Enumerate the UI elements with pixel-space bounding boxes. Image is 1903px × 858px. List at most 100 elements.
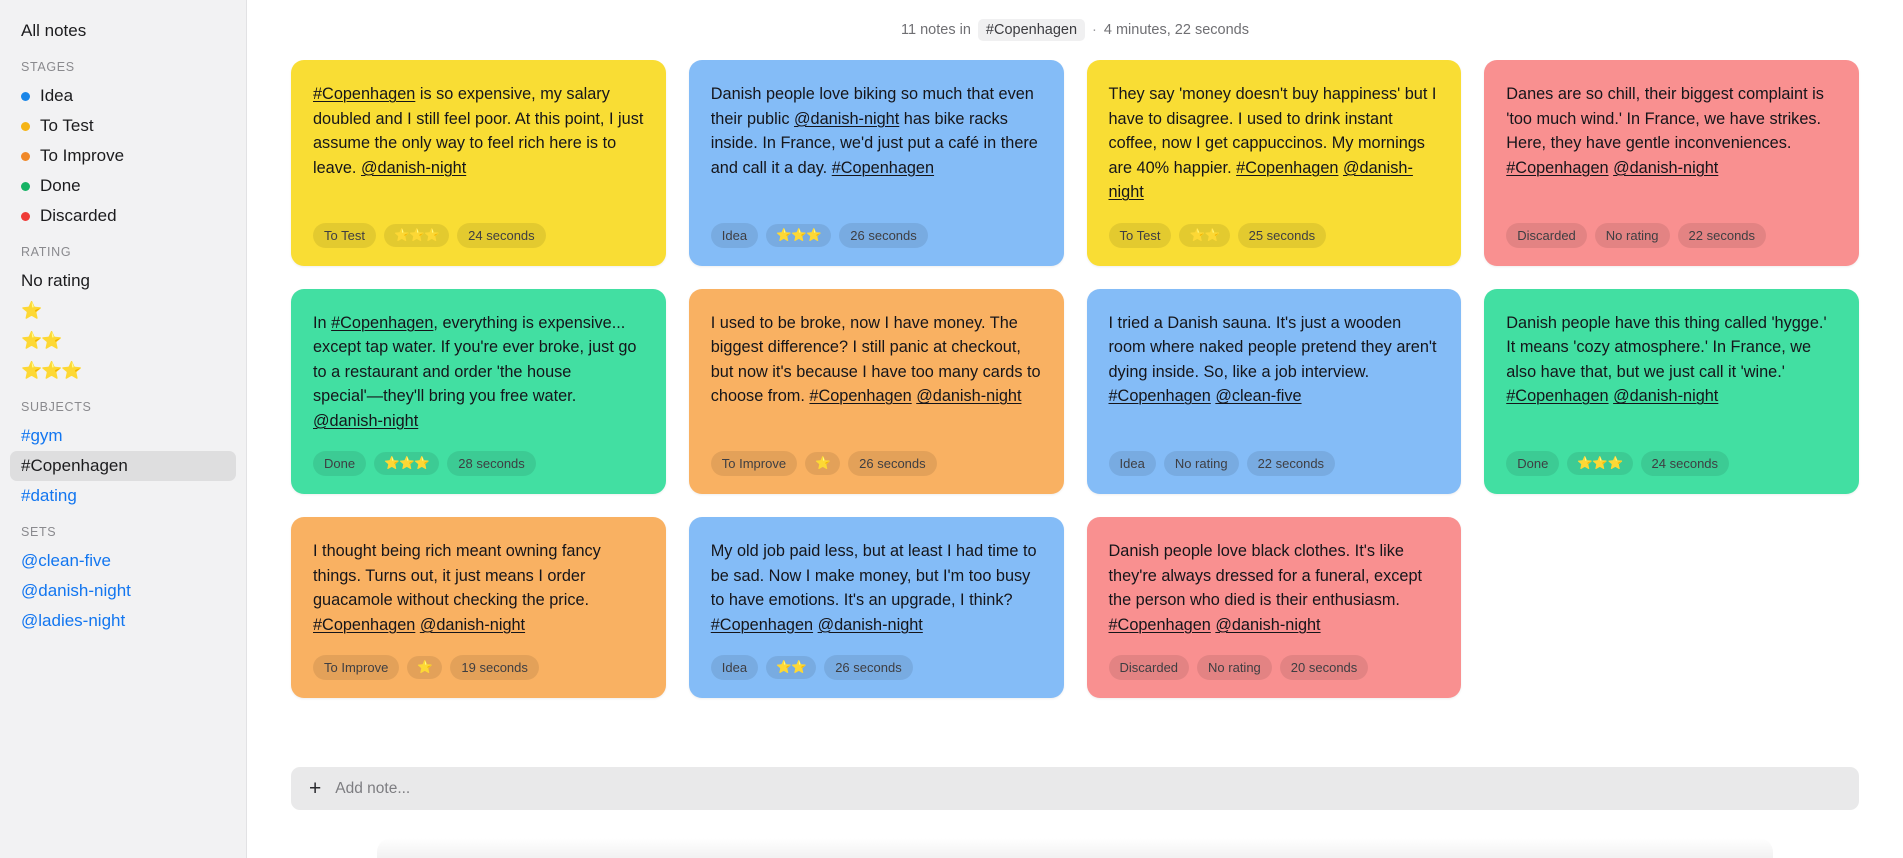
note-duration-chip[interactable]: 26 seconds (848, 451, 937, 476)
note-duration-chip[interactable]: 25 seconds (1237, 222, 1327, 248)
stage-color-dot-icon (21, 211, 30, 221)
note-set-tag[interactable]: @danish-night (361, 159, 466, 177)
sidebar-item-gym[interactable]: #gym (10, 421, 236, 451)
note-duration-chip[interactable]: 22 seconds (1677, 222, 1767, 248)
note-card[interactable]: Danish people love biking so much that e… (688, 60, 1064, 266)
note-text: Danes are so chill, their biggest compla… (1506, 85, 1824, 152)
note-duration-chip[interactable]: 26 seconds (839, 222, 928, 248)
note-rating-chip[interactable]: No rating (1197, 655, 1272, 680)
note-rating-chip[interactable]: ⭐⭐⭐ (766, 223, 832, 247)
sidebar-item-rating-1[interactable]: ⭐ (10, 296, 236, 326)
note-card[interactable]: They say 'money doesn't buy happiness' b… (1086, 60, 1462, 266)
note-body: Danish people love biking so much that e… (711, 82, 1042, 180)
note-rating-chip[interactable]: ⭐ (805, 452, 841, 475)
note-meta-chips: Discarded No rating 22 seconds (1506, 222, 1837, 248)
sidebar-item-to-improve[interactable]: To Improve (10, 141, 236, 171)
note-stage-chip[interactable]: Discarded (1506, 222, 1587, 248)
note-subject-tag[interactable]: #Copenhagen (331, 314, 433, 332)
note-card[interactable]: Danes are so chill, their biggest compla… (1484, 60, 1859, 266)
header-separator: · (1092, 22, 1097, 38)
note-duration-chip[interactable]: 24 seconds (1640, 451, 1730, 476)
note-rating-chip[interactable]: ⭐⭐⭐ (383, 223, 450, 247)
sidebar-item-rating-2[interactable]: ⭐⭐ (10, 326, 236, 356)
note-subject-tag[interactable]: #Copenhagen (809, 387, 911, 405)
note-duration-chip[interactable]: 19 seconds (450, 655, 539, 680)
note-stage-chip[interactable]: Done (1506, 451, 1560, 476)
note-duration-chip[interactable]: 22 seconds (1246, 451, 1336, 476)
note-rating-chip[interactable]: ⭐ (407, 656, 443, 679)
note-stage-chip[interactable]: Discarded (1108, 655, 1190, 680)
note-subject-tag[interactable]: #Copenhagen (1506, 387, 1608, 405)
note-subject-tag[interactable]: #Copenhagen (1506, 159, 1608, 177)
note-set-tag[interactable]: @danish-night (818, 616, 923, 634)
note-set-tag[interactable]: @danish-night (1215, 616, 1320, 634)
sidebar-item-idea[interactable]: Idea (10, 81, 236, 111)
active-filter-tag[interactable]: #Copenhagen (977, 19, 1086, 41)
note-rating-chip[interactable]: ⭐⭐⭐ (1567, 452, 1633, 475)
note-set-tag[interactable]: @danish-night (313, 412, 418, 430)
note-text: I thought being rich meant owning fancy … (313, 542, 601, 609)
note-stage-chip[interactable]: Idea (1108, 451, 1156, 476)
sidebar-item-dating[interactable]: #dating (10, 481, 236, 511)
sidebar-item-rating-3[interactable]: ⭐⭐⭐ (10, 356, 236, 386)
note-set-tag[interactable]: @clean-five (1215, 387, 1301, 405)
sidebar-item-discarded[interactable]: Discarded (10, 201, 236, 231)
note-card[interactable]: In #Copenhagen, everything is expensive.… (291, 288, 666, 494)
note-subject-tag[interactable]: #Copenhagen (1109, 616, 1211, 634)
note-meta-chips: Idea ⭐⭐ 26 seconds (710, 655, 1042, 680)
note-subject-tag[interactable]: #Copenhagen (832, 159, 934, 177)
note-card[interactable]: I used to be broke, now I have money. Th… (688, 288, 1064, 494)
note-stage-chip[interactable]: Done (313, 451, 367, 476)
note-card[interactable]: I tried a Danish sauna. It's just a wood… (1086, 288, 1462, 494)
sidebar-item-no-rating[interactable]: No rating (10, 266, 236, 296)
note-subject-tag[interactable]: #Copenhagen (1236, 159, 1338, 177)
sidebar-item-done[interactable]: Done (10, 171, 236, 201)
sidebar-item-danish-night[interactable]: @danish-night (10, 576, 236, 606)
note-subject-tag[interactable]: #Copenhagen (313, 85, 415, 103)
stage-color-dot-icon (21, 91, 30, 101)
note-set-tag[interactable]: @danish-night (420, 616, 525, 634)
note-text: Danish people have this thing called 'hy… (1506, 313, 1827, 381)
note-subject-tag[interactable]: #Copenhagen (711, 616, 813, 634)
note-card[interactable]: #Copenhagen is so expensive, my salary d… (291, 60, 666, 266)
stage-color-dot-icon (21, 151, 30, 161)
note-stage-chip[interactable]: To Test (1108, 222, 1172, 248)
note-set-tag[interactable]: @danish-night (794, 110, 899, 128)
sidebar-item-copenhagen[interactable]: #Copenhagen (10, 451, 236, 481)
note-subject-tag[interactable]: #Copenhagen (1109, 387, 1211, 405)
note-duration-chip[interactable]: 28 seconds (447, 451, 536, 476)
note-rating-chip[interactable]: No rating (1163, 451, 1239, 476)
note-stage-chip[interactable]: To Improve (710, 451, 798, 476)
sidebar-item-label: Done (40, 176, 81, 195)
sidebar-item-to-test[interactable]: To Test (10, 111, 236, 141)
note-duration-chip[interactable]: 24 seconds (457, 222, 546, 248)
note-set-tag[interactable]: @danish-night (916, 387, 1021, 405)
note-subject-tag[interactable]: #Copenhagen (313, 616, 415, 634)
note-rating-chip[interactable]: No rating (1594, 222, 1670, 248)
note-stage-chip[interactable]: Idea (710, 655, 759, 680)
note-rating-chip[interactable]: ⭐⭐⭐ (374, 452, 440, 475)
note-duration-chip[interactable]: 26 seconds (824, 655, 913, 680)
note-count-label: 11 notes in (901, 22, 971, 38)
sidebar-content: All notes STAGES Idea To Test To Improve Don… (0, 16, 246, 636)
note-card[interactable]: Danish people love black clothes. It's l… (1086, 517, 1462, 698)
note-meta-chips: Discarded No rating 20 seconds (1108, 655, 1440, 680)
note-card[interactable]: My old job paid less, but at least I had… (688, 517, 1064, 698)
note-duration-chip[interactable]: 20 seconds (1279, 655, 1369, 680)
add-note-input[interactable]: + Add note... (291, 767, 1859, 810)
note-stage-chip[interactable]: To Test (313, 222, 376, 248)
sidebar-item-label: @danish-night (21, 581, 131, 600)
note-rating-chip[interactable]: ⭐⭐ (1179, 223, 1230, 247)
sidebar-item-ladies-night[interactable]: @ladies-night (10, 606, 236, 636)
note-body: I thought being rich meant owning fancy … (313, 539, 644, 637)
note-stage-chip[interactable]: Idea (710, 222, 759, 248)
note-stage-chip[interactable]: To Improve (313, 655, 400, 680)
sidebar-item-all-notes[interactable]: All notes (10, 16, 236, 46)
note-set-tag[interactable]: @danish-night (1613, 387, 1718, 405)
note-rating-chip[interactable]: ⭐⭐ (766, 656, 817, 679)
note-text: My old job paid less, but at least I had… (710, 542, 1037, 609)
note-set-tag[interactable]: @danish-night (1613, 159, 1718, 177)
note-card[interactable]: I thought being rich meant owning fancy … (291, 517, 666, 698)
sidebar-item-clean-five[interactable]: @clean-five (10, 546, 236, 576)
note-card[interactable]: Danish people have this thing called 'hy… (1484, 288, 1859, 494)
